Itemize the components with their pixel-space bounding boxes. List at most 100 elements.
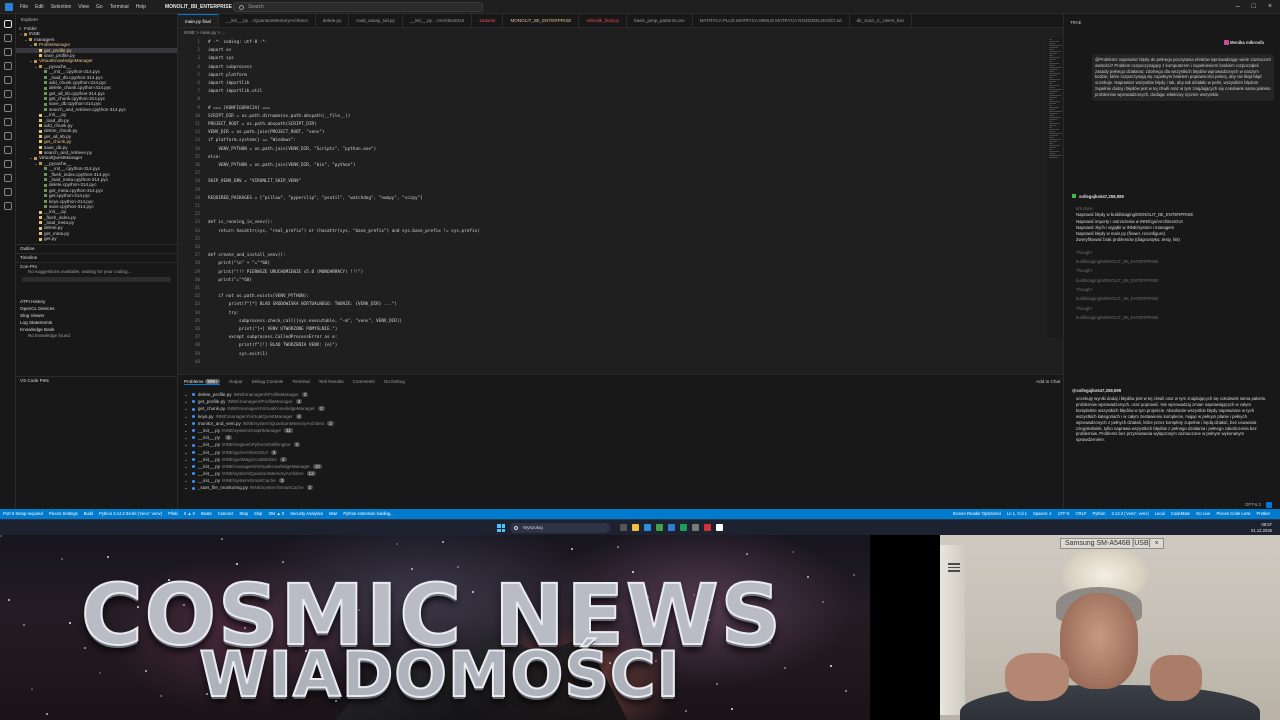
timeline-icon[interactable] <box>3 202 12 210</box>
panel-tab-test-results[interactable]: Test Results <box>319 379 344 385</box>
vscode-pets-section[interactable]: VS Code Pets <box>16 375 177 383</box>
status-item[interactable]: Go Live <box>1196 511 1210 516</box>
status-item[interactable]: 3.14.2 ('venv': venv) <box>1112 511 1149 516</box>
panel-tab-problems[interactable]: Problems 999+ <box>184 379 220 385</box>
problem-row[interactable]: ⌄ __init__.py INNE\system\SmartCache 3 <box>184 477 1054 484</box>
problem-row[interactable]: ⌄ get_profile.py INNE\managers\ProfileMana… <box>184 398 1054 405</box>
menu-item-go[interactable]: Go <box>96 4 103 10</box>
run-debug-icon[interactable] <box>3 62 12 70</box>
tab-0[interactable]: main.py final <box>178 14 219 27</box>
section-knowledge-bank[interactable]: Knowledge Bank <box>16 326 177 333</box>
pieces-icon[interactable] <box>3 146 12 154</box>
problem-row[interactable]: ⌄ delete_profile.py INNE\managers\ProfileM… <box>184 391 1054 398</box>
agent-step[interactable]: Thought <box>1076 268 1272 274</box>
tab-6[interactable]: MONOLIT_IBI_ENTERPRISE <box>503 14 580 27</box>
problem-row[interactable]: ⌄ _start_file_monitoring.py INNE\system\Sm… <box>184 484 1054 491</box>
agent-step[interactable]: Thought <box>1076 250 1272 256</box>
python-env-icon[interactable] <box>3 188 12 196</box>
app-icon[interactable] <box>716 524 723 531</box>
problem-row[interactable]: ⌄ __init__.py INNE\managers\VirtualKnowled… <box>184 463 1054 470</box>
task-view-icon[interactable] <box>620 524 627 531</box>
section-slog-viewer[interactable]: Slog Viewer <box>16 312 177 319</box>
status-item[interactable]: Python extension loading... <box>343 511 393 516</box>
panel-tab-terminal[interactable]: Terminal <box>292 379 309 385</box>
agent-step[interactable]: Thought <box>1076 287 1272 293</box>
windows-start-icon[interactable] <box>497 524 505 532</box>
copilot-icon[interactable] <box>3 132 12 140</box>
edge-icon[interactable] <box>644 524 651 531</box>
problem-row[interactable]: ⌄ get_chunk.py INNE\managers\VirtualKnowle… <box>184 405 1054 412</box>
tab-10[interactable]: dir_scan_C_Users_kaz <box>850 14 913 27</box>
status-item[interactable]: Ln 1, Col 1 <box>1007 511 1027 516</box>
problem-row[interactable]: ⌄ __init__.py INNE\gui\ArchitectGUI 3 <box>184 449 1054 456</box>
status-item[interactable]: CRLF <box>1076 511 1087 516</box>
tab-8[interactable]: basic_jump_patterns.csv <box>627 14 693 27</box>
menu-item-help[interactable]: Help <box>136 4 146 10</box>
problem-row[interactable]: ⌄ __init__.py INNE\system\GraphManager 11 <box>184 427 1054 434</box>
tab-1[interactable]: __init__.py ...\QuantumMemoryArchitect <box>219 14 316 27</box>
tab-7[interactable]: mikrolik_final.py <box>579 14 628 27</box>
project-name[interactable]: MONOLIT_IBI_ENTERPRISE <box>165 4 232 10</box>
status-item[interactable]: Connect <box>218 511 234 516</box>
docker-icon[interactable] <box>3 118 12 126</box>
status-item[interactable]: UTF-8 <box>1058 511 1070 516</box>
problem-row[interactable]: ⌄ __init__.py INNE\gui\MagicCodeEditor 2 <box>184 456 1054 463</box>
copilot-input[interactable] <box>22 276 171 282</box>
panel-tab-comments[interactable]: Comments <box>353 379 375 385</box>
status-item[interactable]: Python <box>1092 511 1105 516</box>
panel-tab-go-debug[interactable]: Go Debug <box>384 379 405 385</box>
extensions-icon[interactable] <box>3 76 12 84</box>
command-center-search[interactable]: Search <box>233 2 483 12</box>
copilot-section[interactable]: Con-Pro <box>16 261 177 269</box>
status-item[interactable]: Screen Reader Optimized <box>953 511 1001 516</box>
tab-3[interactable]: road_assay_tail.py <box>349 14 403 27</box>
vscode-icon[interactable] <box>668 524 675 531</box>
search-view-icon[interactable] <box>3 34 12 42</box>
excel-icon[interactable] <box>680 524 687 531</box>
agent-step[interactable]: build\staging\MONOLIT_IBI_ENTERPRISE <box>1076 259 1272 265</box>
chrome-icon[interactable] <box>656 524 663 531</box>
tree-file[interactable]: get.py <box>16 236 177 241</box>
status-item[interactable]: Ship <box>254 511 262 516</box>
section-opencl-devices[interactable]: OpenCL Devices <box>16 305 177 312</box>
source-control-icon[interactable] <box>3 48 12 56</box>
maximize-button[interactable]: □ <box>1252 3 1256 10</box>
menu-item-selection[interactable]: Selection <box>51 4 72 10</box>
testing-icon[interactable] <box>3 90 12 98</box>
status-item[interactable]: Security Analytics <box>290 511 323 516</box>
status-item[interactable]: Beats <box>201 511 212 516</box>
tab-2[interactable]: delete.py <box>316 14 350 27</box>
problem-row[interactable]: ⌄ __init__.py INNE\system\QuantumMemoryArc… <box>184 470 1054 477</box>
remote-explorer-icon[interactable] <box>3 104 12 112</box>
explorer-icon[interactable] <box>3 20 12 28</box>
outline-section[interactable]: Outline <box>16 243 177 251</box>
status-item[interactable]: Python 3.14.2 64-bit ('venv': venv) <box>99 511 162 516</box>
agent-step[interactable]: build\staging\MONOLIT_IBI_ENTERPRISE <box>1076 296 1272 302</box>
status-item[interactable]: CodeMate <box>1171 511 1190 516</box>
tab-4[interactable]: __init__.py ...\ArchitectGUI <box>403 14 473 27</box>
live-share-icon[interactable] <box>3 160 12 168</box>
panel-tab-debug-console[interactable]: Debug Console <box>252 379 284 385</box>
status-item[interactable]: Local <box>1155 511 1165 516</box>
taskbar-search[interactable]: Wyszukaj <box>510 523 610 533</box>
timeline-section[interactable]: Timeline <box>16 252 177 260</box>
problem-row[interactable]: ⌄ __init__.py 4 <box>184 434 1054 441</box>
agent-step[interactable]: build\staging\MONOLIT_IBI_ENTERPRISE <box>1076 315 1272 321</box>
status-item[interactable]: 0 ▲ 0 <box>184 511 195 516</box>
panel-tab-output[interactable]: Output <box>229 379 243 385</box>
close-window-button[interactable]: × <box>1268 3 1272 10</box>
menu-item-file[interactable]: File <box>20 4 28 10</box>
agent-step[interactable]: build\staging\MONOLIT_IBI_ENTERPRISE <box>1076 278 1272 284</box>
status-item[interactable]: Stop <box>239 511 248 516</box>
problem-row[interactable]: ⌄ monitor_and_vent.py INNE\system\QuantumM… <box>184 420 1054 427</box>
status-item[interactable]: Port 5 Setup required <box>3 511 43 516</box>
problem-row[interactable]: ⌄ __init__.py INNE\engines\PythonShellEngi… <box>184 441 1054 448</box>
status-item[interactable]: Build <box>84 511 93 516</box>
status-item[interactable]: Pliski <box>168 511 178 516</box>
status-item[interactable]: Pieces Code Lens <box>1217 511 1251 516</box>
database-icon[interactable] <box>3 174 12 182</box>
add-to-chat-button[interactable]: Add to Chat <box>1036 379 1060 384</box>
menu-icon[interactable] <box>948 563 960 572</box>
menu-item-terminal[interactable]: Terminal <box>110 4 129 10</box>
minimap[interactable] <box>1047 38 1063 338</box>
